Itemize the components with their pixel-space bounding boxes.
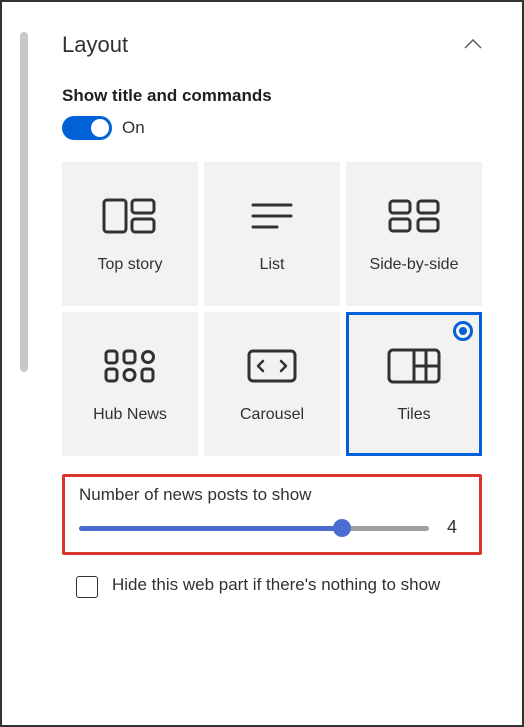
- layout-option-side-by-side[interactable]: Side-by-side: [346, 162, 482, 306]
- slider-row: 4: [79, 517, 465, 538]
- scrollbar[interactable]: [20, 32, 28, 372]
- slider-thumb[interactable]: [333, 519, 351, 537]
- section-title: Layout: [62, 32, 128, 58]
- tiles-icon: [387, 344, 441, 388]
- chevron-up-icon: [464, 36, 482, 54]
- section-header[interactable]: Layout: [62, 32, 482, 58]
- slider-value: 4: [447, 517, 465, 538]
- layout-label: Side-by-side: [370, 256, 459, 274]
- hub-news-icon: [104, 344, 156, 388]
- layout-option-hub-news[interactable]: Hub News: [62, 312, 198, 456]
- layout-panel: Layout Show title and commands On Top st…: [2, 2, 522, 618]
- layout-option-tiles[interactable]: Tiles: [346, 312, 482, 456]
- layout-label: List: [260, 256, 285, 274]
- checkbox-row: Hide this web part if there's nothing to…: [62, 573, 482, 598]
- toggle-state-label: On: [122, 118, 145, 138]
- carousel-icon: [247, 344, 297, 388]
- layout-label: Tiles: [397, 406, 430, 424]
- side-by-side-icon: [388, 194, 440, 238]
- slider-label: Number of news posts to show: [79, 485, 465, 505]
- radio-selected-icon: [453, 321, 473, 341]
- layout-label: Carousel: [240, 406, 304, 424]
- slider-highlight-box: Number of news posts to show 4: [62, 474, 482, 555]
- layout-option-list[interactable]: List: [204, 162, 340, 306]
- toggle-section-label: Show title and commands: [62, 86, 482, 106]
- layout-options-grid: Top story List Side-by-si: [62, 162, 482, 456]
- list-icon: [251, 194, 293, 238]
- toggle-row: On: [62, 116, 482, 140]
- layout-label: Top story: [98, 256, 163, 274]
- slider-fill: [79, 526, 342, 531]
- checkbox-label: Hide this web part if there's nothing to…: [112, 573, 440, 597]
- hide-webpart-checkbox[interactable]: [76, 576, 98, 598]
- layout-option-carousel[interactable]: Carousel: [204, 312, 340, 456]
- layout-option-top-story[interactable]: Top story: [62, 162, 198, 306]
- top-story-icon: [102, 194, 158, 238]
- posts-count-slider[interactable]: [79, 518, 429, 538]
- toggle-thumb: [91, 119, 109, 137]
- show-title-toggle[interactable]: [62, 116, 112, 140]
- layout-label: Hub News: [93, 406, 167, 424]
